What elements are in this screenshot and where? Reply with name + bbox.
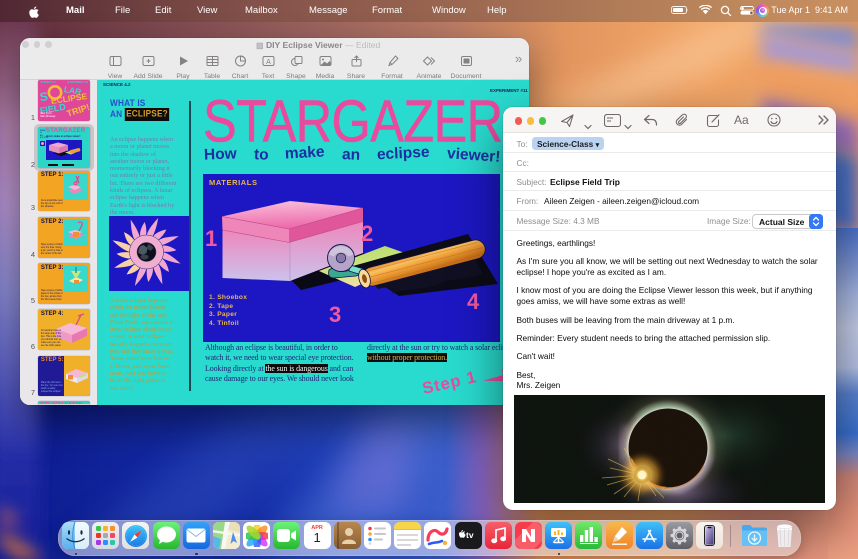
- svg-text:1: 1: [205, 226, 217, 251]
- svg-text:3: 3: [329, 302, 341, 327]
- svg-text:S: S: [39, 89, 49, 104]
- svg-text:A: A: [266, 58, 271, 65]
- svg-text:TRIP!: TRIP!: [66, 102, 91, 119]
- svg-text:2: 2: [361, 221, 373, 246]
- svg-text:tv: tv: [466, 530, 474, 540]
- svg-text:4: 4: [467, 289, 480, 314]
